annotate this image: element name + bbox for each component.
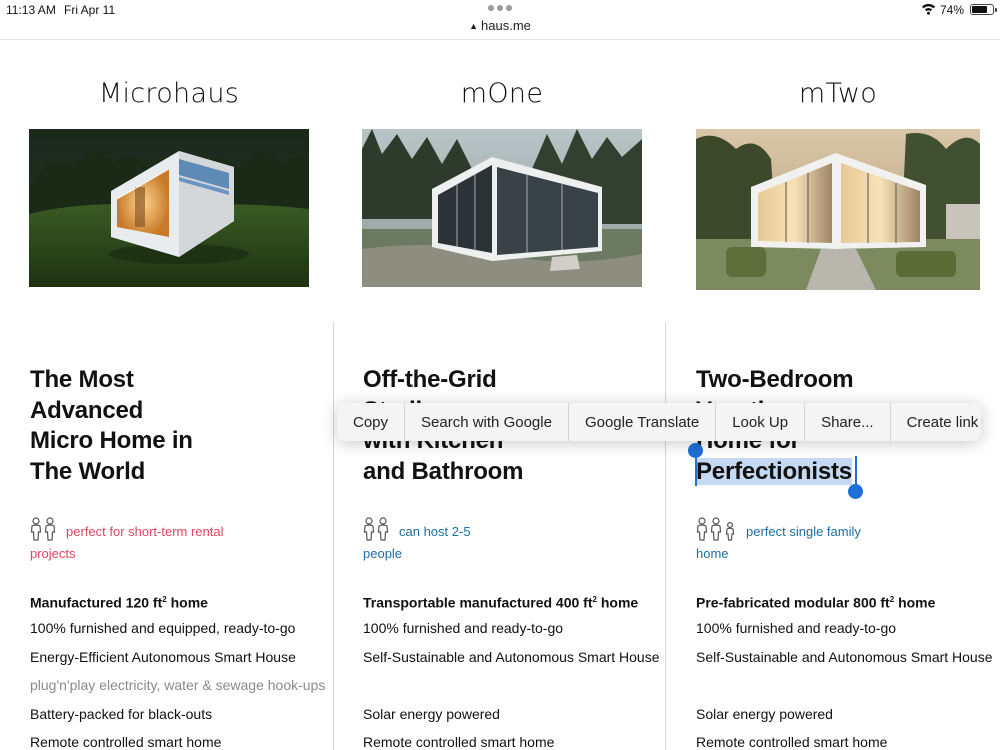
product-column-mtwo: mTwo Two-Bedroom Vacation Home f	[666, 40, 1000, 750]
battery-percent: 74%	[940, 3, 965, 17]
feature-item: Transportable manufactured 400 ft2 home	[363, 594, 639, 611]
headline-line: Micro Home in	[30, 427, 193, 454]
feature-item: Manufactured 120 ft2 home	[30, 594, 208, 611]
feature-item: Pre-fabricated modular 800 ft2 home	[696, 594, 936, 611]
occupancy-badge: can host 2-5 people	[363, 517, 471, 565]
multitasking-dots-icon[interactable]	[488, 5, 512, 11]
url-text: haus.me	[481, 18, 531, 33]
copy-button[interactable]: Copy	[337, 403, 406, 441]
wifi-icon	[921, 3, 936, 15]
badge-text: perfect for short-term rental	[66, 524, 224, 539]
people-icon	[363, 517, 389, 541]
feature-item: plug'n'play electricity, water & sewage …	[30, 677, 326, 693]
mtwo-image	[696, 129, 980, 290]
occupancy-badge: perfect single family home	[696, 517, 861, 565]
headline-line: Off-the-Grid	[363, 366, 497, 393]
headline-line: and Bathroom	[363, 457, 524, 485]
battery-icon	[970, 4, 997, 15]
product-title: mTwo	[798, 78, 878, 109]
product-column-microhaus: Microhaus The Most Advanced Micro Home i…	[0, 40, 333, 750]
selected-text[interactable]: Perfectionists	[696, 457, 852, 485]
badge-text-2: projects	[30, 546, 76, 561]
share-button[interactable]: Share...	[805, 403, 891, 441]
badge-text-2: people	[363, 546, 403, 561]
people-icon	[30, 517, 56, 541]
headline-line-selected[interactable]: Perfectionists	[696, 457, 853, 488]
badge-text: perfect single family	[746, 524, 861, 539]
badge-text-2: home	[696, 546, 729, 561]
headline-line: The World	[30, 457, 146, 485]
badge-text: can host 2-5	[399, 524, 471, 539]
mone-photo[interactable]	[362, 129, 642, 287]
microhaus-photo[interactable]	[29, 129, 309, 287]
status-time: 11:13 AM	[6, 3, 56, 17]
selection-start-handle[interactable]	[688, 443, 703, 458]
headline-line: The Most	[30, 366, 134, 393]
people-icon	[696, 517, 735, 541]
look-up-button[interactable]: Look Up	[716, 403, 806, 441]
status-bar: 11:13 AM Fri Apr 11 ▲ haus.me 74%	[0, 0, 1000, 40]
feature-item: Energy-Efficient Autonomous Smart House	[30, 649, 296, 665]
feature-item: 100% furnished and equipped, ready-to-go	[30, 620, 296, 636]
search-with-google-button[interactable]: Search with Google	[405, 403, 569, 441]
product-title: Microhaus	[98, 78, 240, 109]
product-headline: The Most Advanced Micro Home in The Worl…	[30, 365, 193, 487]
selection-end-handle[interactable]	[848, 484, 863, 499]
occupancy-badge: perfect for short-term rental projects	[30, 517, 224, 565]
feature-item: Remote controlled smart home	[30, 734, 222, 750]
create-link-button[interactable]: Create link	[891, 403, 981, 441]
text-selection-context-menu: Copy Search with Google Google Translate…	[337, 403, 981, 441]
mone-image	[362, 129, 642, 287]
feature-item: Self-Sustainable and Autonomous Smart Ho…	[696, 649, 993, 665]
google-translate-button[interactable]: Google Translate	[569, 403, 717, 441]
mtwo-photo[interactable]	[696, 129, 980, 290]
status-date: Fri Apr 11	[64, 3, 116, 17]
feature-item: Battery-packed for black-outs	[30, 706, 213, 722]
feature-item: Self-Sustainable and Autonomous Smart Ho…	[363, 649, 660, 665]
feature-item: Solar energy powered	[696, 706, 833, 722]
feature-item: Remote controlled smart home	[363, 734, 555, 750]
feature-item: 100% furnished and ready-to-go	[363, 620, 564, 636]
feature-item: Remote controlled smart home	[696, 734, 888, 750]
headline-line: Advanced	[30, 396, 144, 424]
feature-item: Solar energy powered	[363, 706, 500, 722]
feature-item: 100% furnished and ready-to-go	[696, 620, 897, 636]
address-bar[interactable]: ▲ haus.me	[0, 18, 1000, 33]
microhaus-image	[29, 129, 309, 287]
product-column-mone: mOne Off-the-Grid Studio with Kitchen an…	[334, 40, 666, 750]
lock-icon: ▲	[469, 21, 479, 31]
product-title: mOne	[460, 78, 544, 109]
headline-line: Two-Bedroom	[696, 366, 854, 393]
